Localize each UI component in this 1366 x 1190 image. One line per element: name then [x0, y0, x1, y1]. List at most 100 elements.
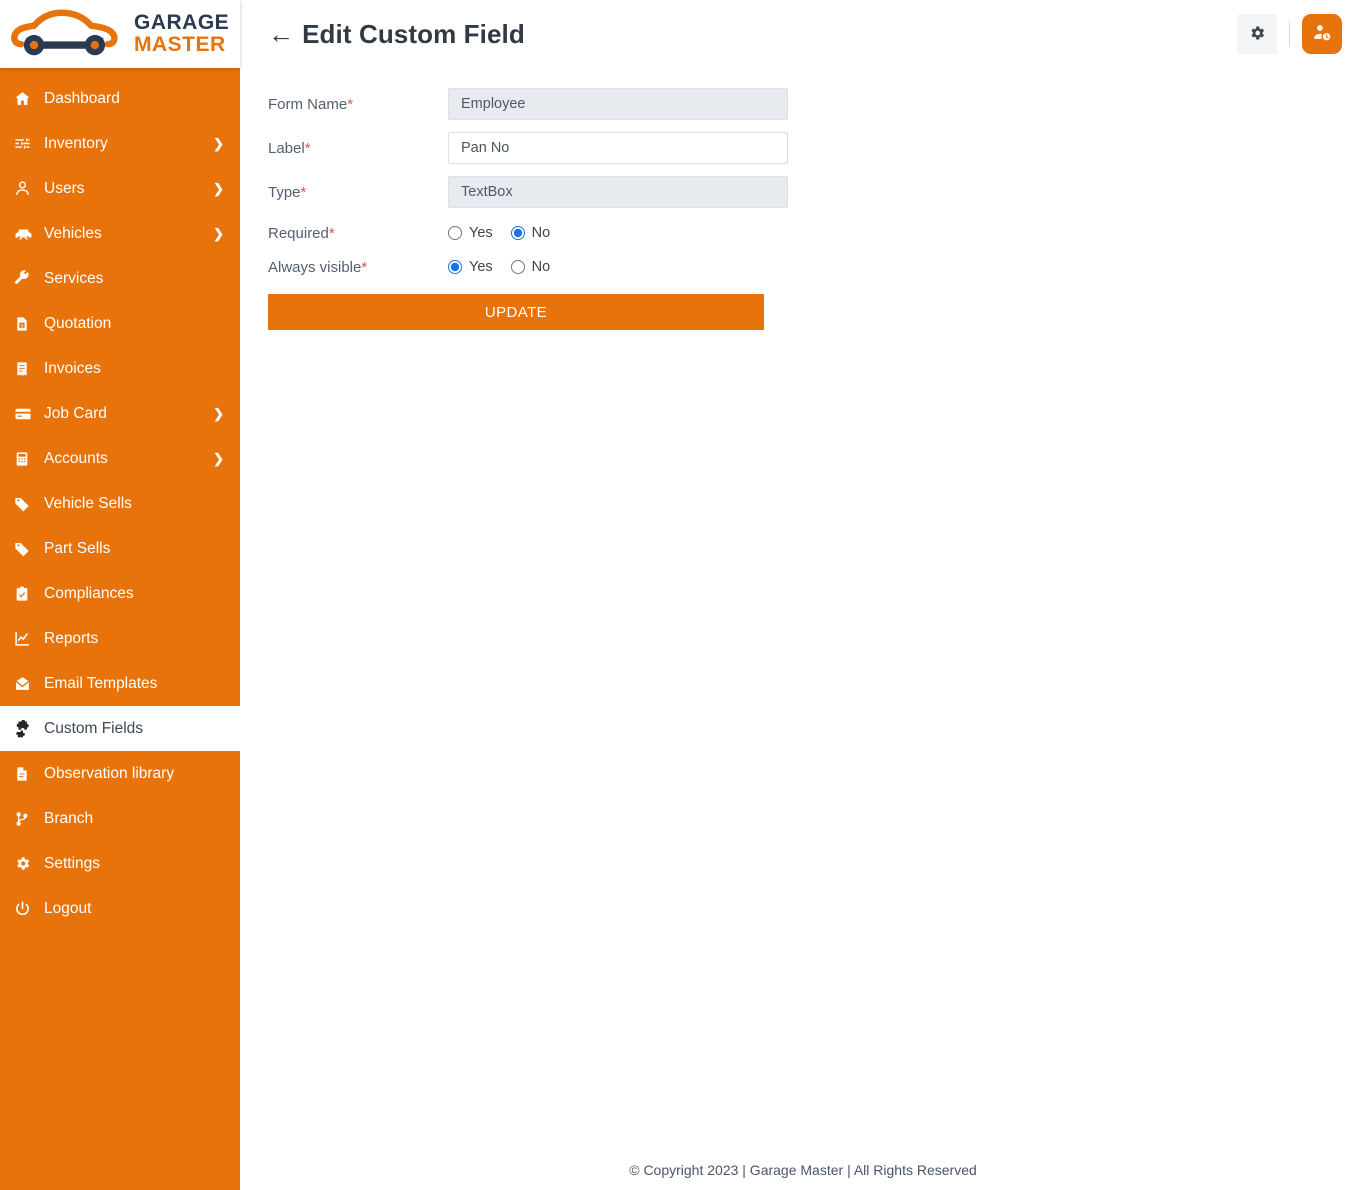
form-row-type: Type* — [268, 176, 1366, 208]
required-radio-no[interactable]: No — [510, 225, 551, 241]
sidebar-item-vehicle-sells[interactable]: Vehicle Sells — [0, 481, 240, 526]
sidebar-item-label: Email Templates — [44, 674, 158, 692]
sidebar-item-dashboard[interactable]: Dashboard — [0, 76, 240, 121]
sidebar-item-inventory[interactable]: Inventory ❯ — [0, 121, 240, 166]
brand-name-line1: GARAGE — [134, 10, 230, 34]
sliders-icon — [14, 135, 40, 152]
chevron-right-icon: ❯ — [213, 450, 224, 466]
sidebar-item-custom-fields[interactable]: Custom Fields — [0, 706, 240, 751]
user-icon — [14, 180, 40, 197]
receipt-icon — [14, 361, 40, 377]
tag-icon — [14, 496, 40, 512]
gear-icon — [14, 855, 40, 872]
user-clock-icon — [1312, 23, 1332, 46]
sidebar-item-quotation[interactable]: $ Quotation — [0, 301, 240, 346]
always-visible-radio-no-input[interactable] — [510, 260, 525, 274]
required-radio-group: Yes No — [448, 220, 568, 246]
sidebar-item-reports[interactable]: Reports — [0, 616, 240, 661]
chevron-right-icon: ❯ — [213, 405, 224, 421]
code-branch-icon — [14, 811, 40, 827]
sidebar-item-label: Accounts — [44, 449, 108, 467]
sidebar-item-label: Invoices — [44, 359, 101, 377]
profile-button[interactable] — [1302, 14, 1342, 54]
sidebar-item-label: Compliances — [44, 584, 134, 602]
form-name-input — [448, 88, 788, 120]
sidebar-item-job-card[interactable]: Job Card ❯ — [0, 391, 240, 436]
header-actions — [1237, 14, 1342, 54]
required-asterisk: * — [347, 95, 354, 113]
form-row-label: Label* — [268, 132, 1366, 164]
chart-line-icon — [14, 630, 40, 647]
always-visible-radio-group: Yes No — [448, 254, 568, 280]
page-header: ← Edit Custom Field — [240, 0, 1366, 68]
calculator-icon — [14, 451, 40, 467]
sidebar-item-label: Users — [44, 179, 85, 197]
always-visible-radio-yes[interactable]: Yes — [448, 259, 493, 275]
puzzle-icon — [14, 719, 40, 738]
back-arrow-icon[interactable]: ← — [268, 21, 294, 47]
edit-custom-field-form: Form Name* Label* Type* Required* — [240, 68, 1366, 330]
page-title: ← Edit Custom Field — [268, 19, 525, 50]
label-input[interactable] — [448, 132, 788, 164]
sidebar-item-label: Quotation — [44, 314, 112, 332]
sidebar-item-settings[interactable]: Settings — [0, 841, 240, 886]
sidebar-item-part-sells[interactable]: Part Sells — [0, 526, 240, 571]
brand-name-line2: MASTER — [134, 33, 226, 56]
label-field-label: Label* — [268, 140, 448, 157]
sidebar-item-label: Settings — [44, 854, 101, 872]
header-divider — [1289, 21, 1290, 47]
power-icon — [14, 900, 40, 917]
sidebar-item-logout[interactable]: Logout — [0, 886, 240, 931]
type-label-text: Type — [268, 183, 301, 201]
sidebar-item-label: Branch — [44, 809, 94, 827]
sidebar-item-users[interactable]: Users ❯ — [0, 166, 240, 211]
car-wrench-logo-icon — [11, 9, 118, 56]
sidebar-item-label: Vehicles — [44, 224, 102, 242]
always-visible-radio-no[interactable]: No — [510, 259, 551, 275]
gear-icon — [1248, 24, 1266, 45]
required-radio-yes-input[interactable] — [448, 226, 462, 240]
sidebar-item-label: Vehicle Sells — [44, 494, 132, 512]
required-asterisk: * — [300, 183, 307, 201]
always-visible-label-text: Always visible — [268, 258, 362, 276]
sidebar-item-branch[interactable]: Branch — [0, 796, 240, 841]
required-radio-yes[interactable]: Yes — [448, 225, 493, 241]
sidebar-item-label: Part Sells — [44, 539, 111, 557]
sidebar-item-observation-library[interactable]: Observation library — [0, 751, 240, 796]
form-row-form-name: Form Name* — [268, 88, 1366, 120]
required-asterisk: * — [304, 139, 311, 157]
type-input — [448, 176, 788, 208]
chevron-right-icon: ❯ — [213, 180, 224, 196]
sidebar-item-accounts[interactable]: Accounts ❯ — [0, 436, 240, 481]
always-visible-radio-yes-input[interactable] — [448, 260, 462, 274]
chevron-right-icon: ❯ — [213, 225, 224, 241]
sidebar: GARAGE MASTER Dashboard Inventory ❯ User… — [0, 0, 240, 1190]
settings-button[interactable] — [1237, 14, 1277, 54]
sidebar-item-services[interactable]: Services — [0, 256, 240, 301]
sidebar-item-label: Job Card — [44, 404, 107, 422]
sidebar-item-invoices[interactable]: Invoices — [0, 346, 240, 391]
always-visible-radio-no-label: No — [531, 259, 551, 275]
sidebar-item-email-templates[interactable]: Email Templates — [0, 661, 240, 706]
sidebar-item-compliances[interactable]: Compliances — [0, 571, 240, 616]
always-visible-label: Always visible* — [268, 259, 448, 276]
main-content: Form Name* Label* Type* Required* — [240, 68, 1366, 1190]
app-root: GARAGE MASTER Dashboard Inventory ❯ User… — [0, 0, 1366, 1190]
page-title-text: Edit Custom Field — [302, 18, 525, 49]
type-label: Type* — [268, 184, 448, 201]
sidebar-item-label: Inventory — [44, 134, 108, 152]
required-label-text: Required — [268, 224, 329, 242]
required-radio-no-input[interactable] — [510, 226, 525, 240]
update-button[interactable]: UPDATE — [268, 294, 764, 330]
sidebar-item-label: Custom Fields — [44, 719, 144, 737]
sidebar-item-label: Reports — [44, 629, 99, 647]
form-name-label-text: Form Name — [268, 95, 348, 113]
chevron-right-icon: ❯ — [213, 135, 224, 151]
wrench-icon — [14, 270, 40, 287]
sidebar-item-vehicles[interactable]: Vehicles ❯ — [0, 211, 240, 256]
brand-logo[interactable]: GARAGE MASTER — [0, 0, 240, 68]
label-field-label-text: Label — [268, 139, 305, 157]
required-asterisk: * — [328, 224, 335, 242]
required-radio-no-label: No — [531, 225, 551, 241]
clipboard-check-icon — [14, 586, 40, 602]
